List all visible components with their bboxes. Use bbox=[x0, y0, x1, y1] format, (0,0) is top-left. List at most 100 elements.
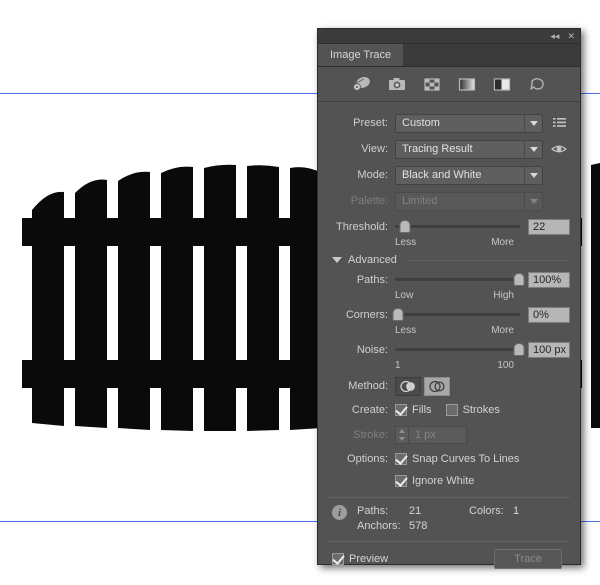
preset-label: Preset: bbox=[353, 117, 388, 129]
options-row-snap: Options: Snap Curves To Lines bbox=[328, 449, 570, 469]
info-icon: i bbox=[332, 505, 347, 520]
fills-label: Fills bbox=[412, 404, 432, 416]
preset-row: Preset: Custom bbox=[328, 111, 570, 135]
view-select[interactable]: Tracing Result bbox=[395, 139, 543, 159]
preview-label: Preview bbox=[349, 553, 389, 565]
mode-row: Mode: Black and White bbox=[328, 163, 570, 187]
stroke-stepper bbox=[395, 426, 409, 444]
stroke-row: Stroke: 1 px bbox=[328, 423, 570, 447]
tab-image-trace[interactable]: Image Trace bbox=[318, 44, 405, 66]
threshold-value-field[interactable]: 22 bbox=[528, 218, 570, 235]
chevron-down-icon bbox=[524, 166, 542, 184]
noise-value-field[interactable]: 100 px bbox=[528, 341, 570, 358]
collapse-panel-icon[interactable]: ◂◂ bbox=[550, 31, 559, 41]
method-row: Method: bbox=[328, 375, 570, 397]
info-paths-value: 21 bbox=[409, 505, 422, 517]
info-colors-label: Colors: bbox=[469, 505, 504, 517]
high-color-icon[interactable] bbox=[386, 74, 408, 94]
noise-track bbox=[395, 348, 520, 351]
corners-scale-max: More bbox=[491, 325, 514, 336]
strokes-checkbox[interactable] bbox=[445, 404, 458, 416]
info-paths-label: Paths: bbox=[357, 505, 389, 517]
ignore-white-checkbox[interactable] bbox=[395, 475, 407, 487]
info-line-paths: Paths: 21 Colors: 1 bbox=[357, 504, 519, 519]
palette-value: Limited bbox=[402, 195, 438, 207]
trace-button[interactable]: Trace bbox=[494, 549, 562, 569]
corners-scale: Less More bbox=[328, 325, 570, 336]
panel-menu-icon[interactable] bbox=[548, 117, 570, 129]
palette-row: Palette: Limited bbox=[328, 189, 570, 213]
threshold-label: Threshold: bbox=[336, 220, 388, 233]
paths-value-field[interactable]: 100% bbox=[528, 271, 570, 288]
paths-slider[interactable] bbox=[395, 272, 525, 288]
trace-preset-icon-row bbox=[318, 67, 580, 102]
noise-slider[interactable] bbox=[395, 342, 525, 358]
auto-color-icon[interactable] bbox=[351, 74, 373, 94]
corners-thumb[interactable] bbox=[392, 308, 403, 321]
advanced-divider bbox=[406, 259, 570, 261]
stepper-up-icon bbox=[396, 427, 408, 435]
info-line-anchors: Anchors: 578 bbox=[357, 519, 519, 534]
paths-label: Paths: bbox=[356, 273, 388, 286]
preset-value: Custom bbox=[402, 117, 440, 129]
preset-select[interactable]: Custom bbox=[395, 113, 543, 133]
stroke-label: Stroke: bbox=[353, 429, 388, 441]
outline-icon[interactable] bbox=[526, 74, 548, 94]
corners-slider[interactable] bbox=[392, 307, 520, 323]
threshold-thumb[interactable] bbox=[399, 220, 411, 233]
triangle-down-icon[interactable] bbox=[332, 257, 342, 263]
noise-thumb[interactable] bbox=[513, 343, 525, 356]
create-row: Create: Fills Strokes bbox=[328, 399, 570, 421]
mode-label: Mode: bbox=[357, 169, 388, 181]
grayscale-icon[interactable] bbox=[456, 74, 478, 94]
paths-scale-max: High bbox=[493, 290, 514, 301]
stepper-down-icon bbox=[396, 435, 408, 443]
method-label: Method: bbox=[348, 380, 388, 392]
paths-scale-min: Low bbox=[395, 290, 414, 301]
threshold-scale: Less More bbox=[328, 237, 570, 248]
chevron-down-icon bbox=[524, 140, 542, 158]
black-and-white-icon[interactable] bbox=[491, 74, 513, 94]
info-anchors-label: Anchors: bbox=[357, 520, 401, 532]
snap-curves-label: Snap Curves To Lines bbox=[412, 453, 520, 465]
info-anchors-value: 578 bbox=[409, 520, 428, 532]
threshold-slider[interactable] bbox=[395, 219, 520, 235]
corners-track bbox=[395, 313, 520, 316]
corners-row: Corners: 0% bbox=[328, 305, 570, 324]
create-label: Create: bbox=[351, 404, 388, 416]
preview-checkbox[interactable] bbox=[332, 553, 344, 565]
trace-button-label: Trace bbox=[514, 553, 542, 565]
advanced-disclosure[interactable]: Advanced bbox=[332, 254, 570, 266]
noise-label: Noise: bbox=[356, 343, 388, 356]
panel-titlebar: ◂◂ ✕ bbox=[318, 29, 580, 44]
paths-scale: Low High bbox=[328, 290, 570, 301]
tab-label: Image Trace bbox=[330, 49, 392, 61]
trace-info-block: i Paths: 21 Colors: 1 Anchors: 578 bbox=[328, 498, 570, 540]
mode-value: Black and White bbox=[402, 169, 482, 181]
options-label: Options: bbox=[347, 453, 388, 465]
options-row-ignore-white: Ignore White bbox=[328, 471, 570, 491]
snap-curves-checkbox[interactable] bbox=[395, 453, 407, 465]
palette-select: Limited bbox=[395, 191, 543, 211]
noise-scale: 1 100 bbox=[328, 360, 570, 371]
low-color-icon[interactable] bbox=[421, 74, 443, 94]
strokes-label: Strokes bbox=[462, 404, 500, 416]
tab-strip-filler bbox=[404, 44, 580, 66]
info-colors-value: 1 bbox=[513, 505, 520, 517]
paths-track bbox=[395, 278, 520, 281]
threshold-scale-min: Less bbox=[395, 237, 417, 248]
corners-value-field[interactable]: 0% bbox=[528, 306, 570, 323]
fills-checkbox[interactable] bbox=[395, 404, 407, 416]
advanced-label: Advanced bbox=[348, 254, 397, 266]
illustrator-window: ◂◂ ✕ Image Trace Preset: Custom View: Tr… bbox=[0, 0, 600, 585]
close-icon[interactable]: ✕ bbox=[567, 31, 575, 41]
overlapping-method-icon[interactable] bbox=[424, 376, 450, 396]
threshold-scale-max: More bbox=[491, 237, 514, 248]
corners-scale-min: Less bbox=[395, 325, 417, 336]
mode-select[interactable]: Black and White bbox=[395, 165, 543, 185]
panel-tab-strip: Image Trace bbox=[318, 44, 580, 67]
abutting-method-icon[interactable] bbox=[395, 376, 421, 396]
eye-icon[interactable] bbox=[548, 143, 570, 155]
paths-thumb[interactable] bbox=[513, 273, 525, 286]
view-value: Tracing Result bbox=[402, 143, 473, 155]
